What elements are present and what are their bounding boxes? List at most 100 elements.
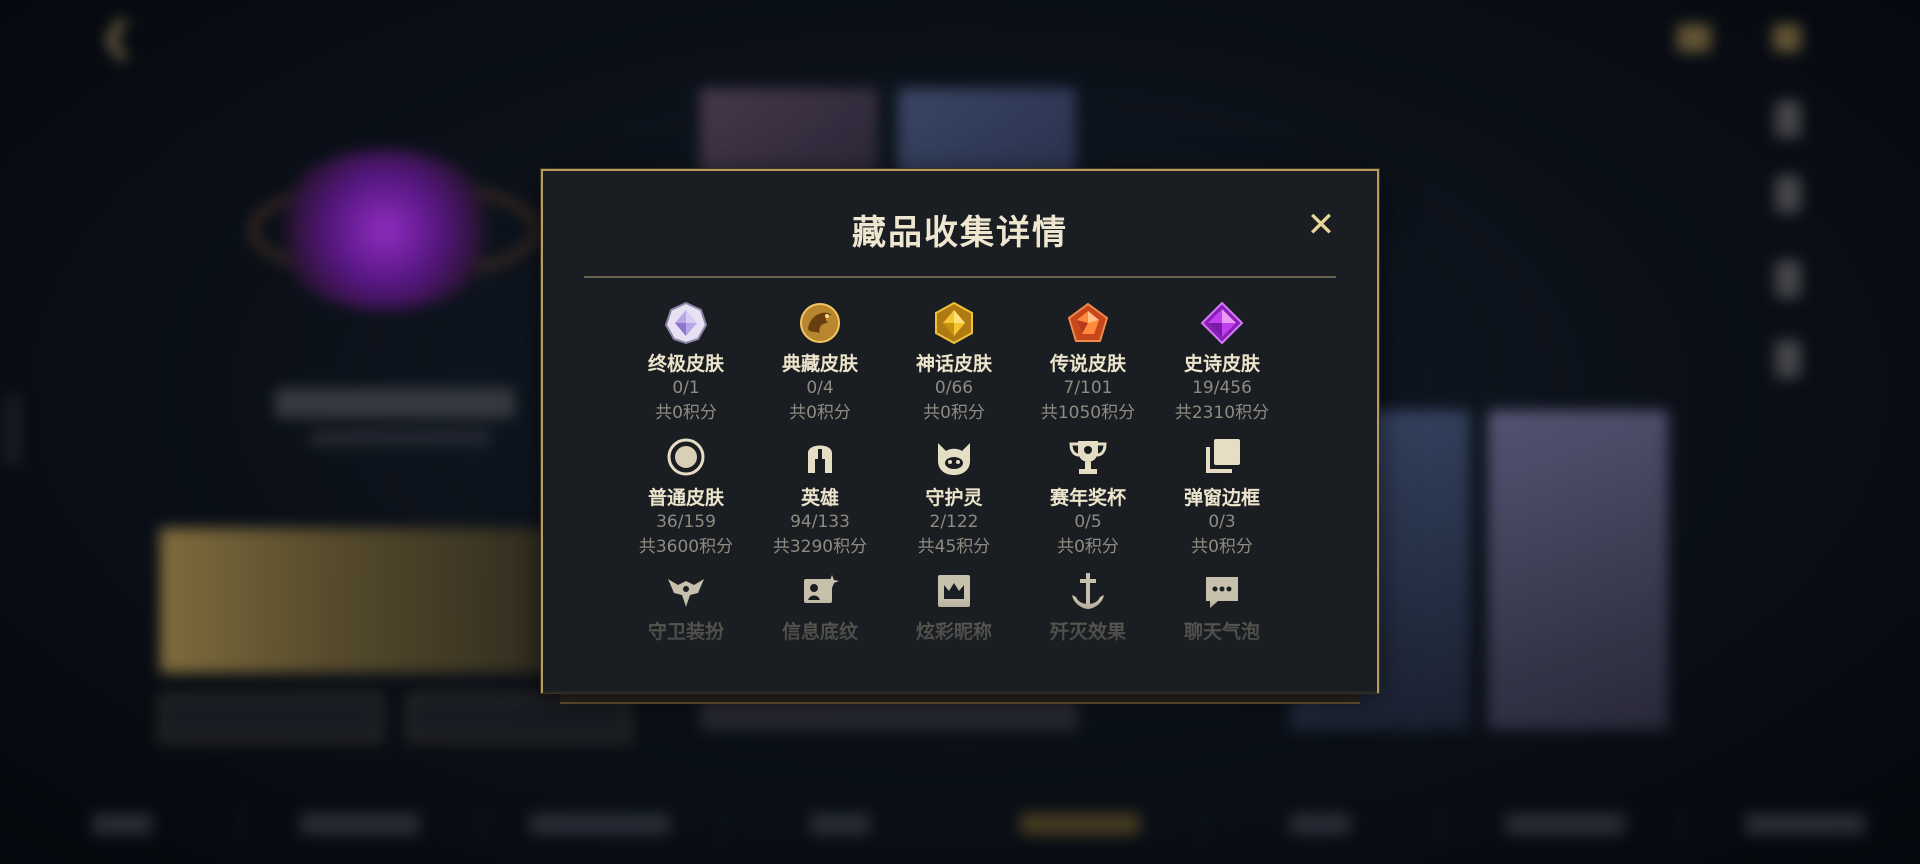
category-name: 聊天气泡 (1183, 621, 1260, 643)
folder-icon (1773, 24, 1801, 52)
background-button (160, 694, 382, 742)
category-name: 赛年奖杯 (1049, 487, 1126, 509)
mail-icon (1677, 24, 1711, 52)
player-name-blur (275, 388, 515, 418)
skin-card (1488, 410, 1668, 730)
category-points: 共0积分 (1057, 537, 1119, 557)
frame-stack-icon (1206, 439, 1240, 473)
category-points: 共0积分 (655, 403, 717, 423)
category-ward-skin[interactable]: 守卫装扮 (619, 569, 753, 644)
chat-bubble-icon (1206, 577, 1238, 608)
tab-separator (1680, 807, 1682, 843)
bottom-tab-active (1020, 813, 1140, 835)
category-points: 共0积分 (923, 403, 985, 423)
bottom-tab-bar (0, 795, 1920, 855)
category-name: 史诗皮肤 (1183, 353, 1260, 375)
tab-separator (482, 807, 484, 843)
player-subtitle-blur (310, 430, 490, 446)
category-name: 信息底纹 (781, 621, 858, 643)
category-annihilation-effect[interactable]: 歼灭效果 (1021, 569, 1155, 644)
collector-skin-dragon-icon (800, 303, 840, 343)
category-points: 共3290积分 (772, 537, 868, 557)
epic-skin-gem-icon (1200, 301, 1244, 345)
bottom-tab (1745, 813, 1865, 835)
category-chat-bubble[interactable]: 聊天气泡 (1155, 569, 1289, 644)
category-points: 共0积分 (1191, 537, 1253, 557)
category-count: 0/1 (672, 378, 700, 398)
category-count: 19/456 (1192, 378, 1252, 398)
bottom-tab (1505, 813, 1625, 835)
bottom-tab (1290, 813, 1350, 835)
category-name: 普通皮肤 (647, 487, 724, 509)
champion-helmet-icon (808, 445, 832, 473)
category-ultimate-skin[interactable]: 终极皮肤 0/1 共0积分 (619, 301, 753, 425)
category-points: 共2310积分 (1174, 403, 1270, 423)
category-epic-skin[interactable]: 史诗皮肤 19/456 共2310积分 (1155, 301, 1289, 425)
category-colorful-nickname[interactable]: 炫彩昵称 (887, 569, 1021, 644)
ultimate-skin-gem-icon (664, 301, 708, 345)
category-season-trophy[interactable]: 赛年奖杯 0/5 共0积分 (1021, 435, 1155, 559)
category-banner-pattern[interactable]: 信息底纹 (753, 569, 887, 644)
category-points: 共1050积分 (1040, 403, 1136, 423)
featured-banner (160, 528, 580, 673)
ward-skin-icon (668, 579, 704, 607)
mythic-skin-gem-icon (935, 301, 973, 345)
crown-title-icon (938, 575, 970, 607)
category-count: 0/5 (1074, 512, 1102, 532)
guardian-spirit-icon (938, 443, 970, 475)
legendary-skin-gem-icon (1067, 302, 1109, 342)
category-points: 共45积分 (917, 537, 991, 557)
tab-separator (240, 807, 242, 843)
category-name: 终极皮肤 (647, 353, 724, 375)
category-name: 守护灵 (925, 487, 983, 509)
category-mythic-skin[interactable]: 神话皮肤 0/66 共0积分 (887, 301, 1021, 425)
trophy-icon (1069, 441, 1107, 474)
category-name: 弹窗边框 (1183, 487, 1260, 509)
category-name: 传说皮肤 (1049, 353, 1126, 375)
category-count: 36/159 (656, 512, 716, 532)
category-count: 0/3 (1208, 512, 1236, 532)
category-name: 歼灭效果 (1049, 621, 1126, 643)
banner-pattern-icon (804, 575, 839, 603)
rail-icon (1775, 175, 1801, 213)
tab-separator (1440, 807, 1442, 843)
title-divider (584, 276, 1336, 278)
category-name: 神话皮肤 (915, 353, 992, 375)
modal-base-trim (560, 692, 1360, 704)
category-points: 共3600积分 (638, 537, 734, 557)
category-count: 7/101 (1063, 378, 1113, 398)
background-title-blur (140, 24, 310, 50)
category-popup-frame[interactable]: 弹窗边框 0/3 共0积分 (1155, 435, 1289, 559)
rail-icon (1775, 260, 1801, 298)
category-normal-skin[interactable]: 普通皮肤 36/159 共3600积分 (619, 435, 753, 559)
close-icon: ✕ (1306, 205, 1336, 245)
bottom-tab (530, 813, 670, 835)
category-legendary-skin[interactable]: 传说皮肤 7/101 共1050积分 (1021, 301, 1155, 425)
tab-separator (1200, 807, 1202, 843)
category-name: 守卫装扮 (647, 621, 724, 643)
collection-details-modal: 藏品收集详情 ✕ 终极皮肤 0/1 共0积分 典藏皮肤 0/4 共0积分 神话皮… (541, 169, 1379, 693)
bottom-tab (92, 813, 152, 835)
category-collector-skin[interactable]: 典藏皮肤 0/4 共0积分 (753, 301, 887, 425)
category-count: 0/4 (806, 378, 834, 398)
close-button[interactable]: ✕ (1301, 205, 1341, 245)
bottom-tab (810, 813, 870, 835)
side-vertical-text (6, 395, 20, 465)
category-points: 共0积分 (789, 403, 851, 423)
category-name: 英雄 (800, 487, 839, 509)
category-champion[interactable]: 英雄 94/133 共3290积分 (753, 435, 887, 559)
rail-icon (1775, 100, 1801, 138)
modal-title: 藏品收集详情 (852, 213, 1068, 253)
anchor-effect-icon (1072, 573, 1104, 609)
normal-skin-circle-icon (667, 438, 705, 476)
category-guardian-spirit[interactable]: 守护灵 2/122 共45积分 (887, 435, 1021, 559)
tab-separator (720, 807, 722, 843)
bottom-tab (300, 813, 420, 835)
category-count: 2/122 (929, 512, 979, 532)
category-count: 94/133 (790, 512, 850, 532)
category-count: 0/66 (934, 378, 974, 398)
back-arrow-icon: ❮ (100, 14, 134, 60)
profile-emblem (270, 150, 500, 310)
category-name: 典藏皮肤 (781, 353, 858, 375)
category-name: 炫彩昵称 (915, 621, 992, 643)
